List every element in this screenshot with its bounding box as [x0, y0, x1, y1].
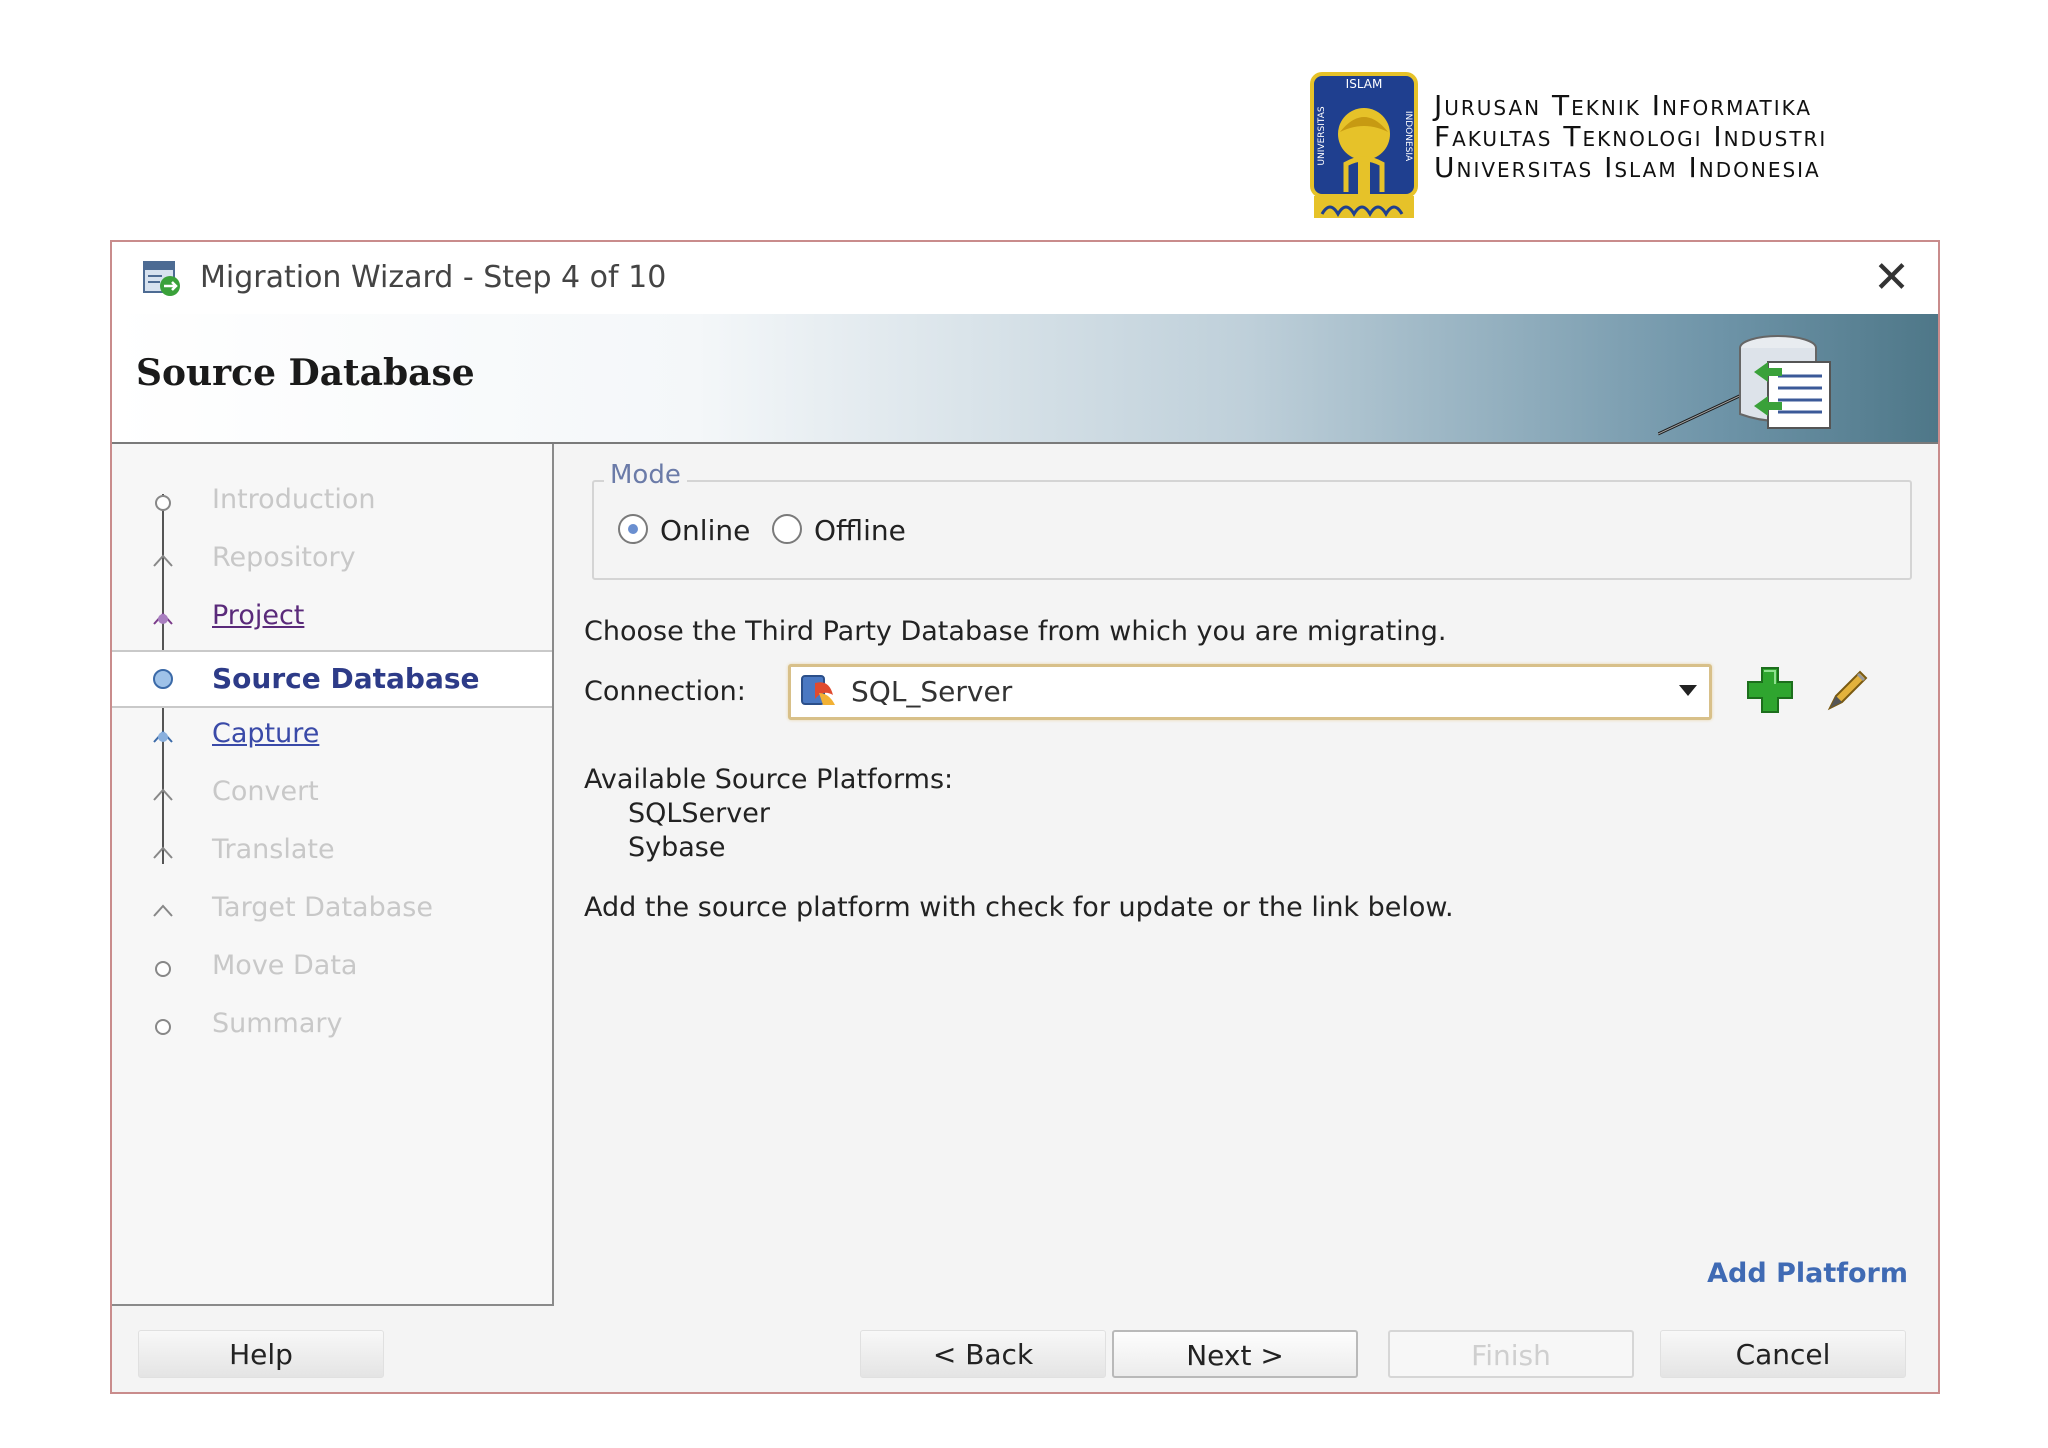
university-line: Universitas Islam Indonesia: [1434, 151, 1821, 184]
step-source-database: Source Database: [112, 650, 552, 708]
step-label: Convert: [212, 776, 319, 807]
step-translate: Translate: [112, 824, 552, 878]
next-button[interactable]: Next >: [1112, 1330, 1358, 1378]
step-label: Target Database: [212, 892, 433, 923]
step-convert: Convert: [112, 766, 552, 820]
step-node-icon: [153, 612, 173, 625]
step-summary: Summary: [112, 998, 552, 1052]
add-platform-hint: Add the source platform with check for u…: [584, 892, 1454, 923]
step-node-icon: [155, 1019, 171, 1035]
faculty-line: Fakultas Teknologi Industri: [1434, 120, 1828, 153]
step-capture[interactable]: Capture: [112, 708, 552, 762]
step-label: Introduction: [212, 484, 376, 515]
finish-button: Finish: [1388, 1330, 1634, 1378]
step-label: Source Database: [212, 662, 480, 695]
svg-text:INDONESIA: INDONESIA: [1403, 111, 1413, 162]
close-button[interactable]: ✕: [1873, 250, 1910, 306]
platform-item: SQLServer: [628, 798, 770, 829]
step-label[interactable]: Project: [212, 600, 304, 631]
step-repository: Repository: [112, 532, 552, 586]
step-node-icon: [155, 495, 171, 511]
step-target-database: Target Database: [112, 882, 552, 936]
step-label: Move Data: [212, 950, 358, 981]
step-label: Summary: [212, 1008, 343, 1039]
title-bar[interactable]: Migration Wizard - Step 4 of 10 ✕: [112, 242, 1938, 314]
radio-selected-dot: [628, 524, 638, 534]
step-node-icon: [153, 554, 173, 567]
add-connection-icon[interactable]: [1742, 662, 1798, 718]
wizard-app-icon: [143, 261, 180, 296]
step-node-icon: [153, 788, 173, 801]
university-name-block: Jurusan Teknik Informatika Fakultas Tekn…: [1434, 90, 1827, 183]
connection-label: Connection:: [584, 676, 746, 707]
help-button[interactable]: Help: [138, 1330, 384, 1378]
step-introduction: Introduction: [112, 474, 552, 528]
wizard-banner: Source Database: [112, 314, 1938, 444]
connection-value: SQL_Server: [851, 675, 1013, 708]
online-radio[interactable]: [618, 514, 648, 544]
svg-text:UNIVERSITAS: UNIVERSITAS: [1317, 106, 1327, 165]
add-platform-link[interactable]: Add Platform: [1707, 1258, 1908, 1289]
page-title: Source Database: [136, 352, 475, 394]
migration-wizard-dialog: Migration Wizard - Step 4 of 10 ✕ Source…: [110, 240, 1940, 1394]
step-label: Repository: [212, 542, 356, 573]
department-line: Jurusan Teknik Informatika: [1434, 89, 1813, 122]
step-project[interactable]: Project: [112, 590, 552, 644]
svg-text:ISLAM: ISLAM: [1346, 77, 1383, 91]
database-migrate-icon: [1658, 335, 1831, 436]
edit-connection-icon[interactable]: [1822, 664, 1874, 716]
chevron-down-icon: [1679, 685, 1697, 696]
step-node-icon: [153, 846, 173, 859]
wizard-steps-panel: Introduction Repository Project Source D…: [112, 444, 554, 1306]
online-label[interactable]: Online: [660, 514, 750, 547]
university-logo: ISLAM UNIVERSITAS INDONESIA: [1310, 72, 1418, 218]
connection-select[interactable]: SQL_Server: [788, 664, 1712, 720]
platform-item: Sybase: [628, 832, 726, 863]
step-label[interactable]: Capture: [212, 718, 319, 749]
step-node-icon: [155, 961, 171, 977]
step-move-data: Move Data: [112, 940, 552, 994]
step-current-icon: [153, 669, 173, 689]
close-icon: ✕: [1873, 252, 1910, 303]
mode-legend: Mode: [604, 460, 687, 490]
cancel-button[interactable]: Cancel: [1660, 1330, 1906, 1378]
sql-server-icon: [801, 675, 835, 705]
mode-group: Mode Online Offline: [592, 460, 1912, 580]
instruction-text: Choose the Third Party Database from whi…: [584, 616, 1447, 647]
available-platforms-title: Available Source Platforms:: [584, 764, 954, 795]
step-node-icon: [153, 904, 173, 917]
step-node-icon: [153, 730, 173, 743]
window-title: Migration Wizard - Step 4 of 10: [200, 260, 667, 295]
offline-radio[interactable]: [772, 514, 802, 544]
back-button[interactable]: < Back: [860, 1330, 1106, 1378]
offline-label[interactable]: Offline: [814, 514, 906, 547]
university-header: ISLAM UNIVERSITAS INDONESIA Jurusan Tekn…: [1310, 72, 1910, 222]
step-label: Translate: [212, 834, 335, 865]
wizard-content: Mode Online Offline Choose the Third Par…: [554, 444, 1938, 1304]
